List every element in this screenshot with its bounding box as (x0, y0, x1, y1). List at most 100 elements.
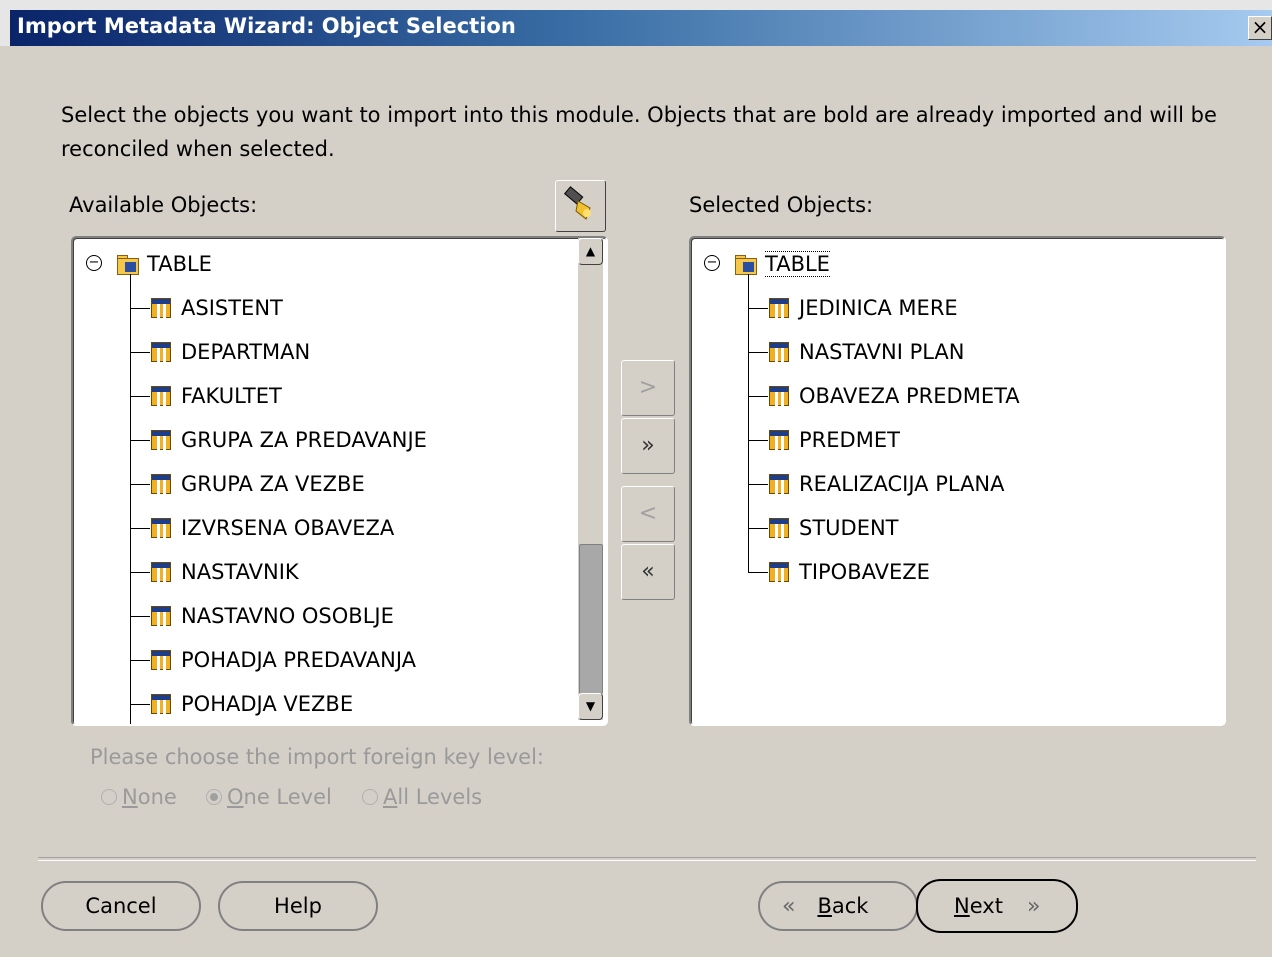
tree-item-label: JEDINICA MERE (799, 296, 958, 320)
folder-icon (117, 254, 139, 275)
find-button[interactable] (555, 180, 606, 232)
selected-tree-content: − TABLE JEDINICA MERE NASTAVNI PLAN OBAVEZ… (691, 238, 1224, 724)
cancel-button[interactable]: Cancel (41, 881, 201, 931)
collapse-icon[interactable]: − (704, 255, 720, 271)
available-scrollbar[interactable]: ▲ ▼ (578, 238, 603, 720)
table-icon (151, 386, 171, 406)
table-icon (151, 474, 171, 494)
tree-connector (748, 308, 768, 309)
tree-item[interactable]: OBAVEZA PREDMETA (769, 378, 1020, 414)
tree-connector (748, 352, 768, 353)
tree-item[interactable]: JEDINICA MERE (769, 290, 958, 326)
remove-all-button[interactable]: « (621, 544, 675, 600)
tree-connector (130, 440, 150, 441)
table-icon (151, 606, 171, 626)
add-button[interactable]: > (621, 360, 675, 416)
table-icon (769, 430, 789, 450)
radio-label: one (137, 785, 177, 809)
tree-item-label: REALIZACIJA PLANA (799, 472, 1005, 496)
table-icon (151, 562, 171, 582)
scroll-thumb[interactable] (579, 544, 603, 694)
available-objects-label: Available Objects: (69, 193, 258, 217)
tree-root-node[interactable]: TABLE (735, 246, 830, 282)
tree-root-node[interactable]: TABLE (117, 246, 212, 282)
tree-connector (130, 572, 150, 573)
tree-connector (130, 484, 150, 485)
radio-mnemonic: N (122, 785, 138, 809)
collapse-icon[interactable]: − (86, 255, 102, 271)
tree-item-label: IZVRSENA OBAVEZA (181, 516, 395, 540)
tree-connector (130, 528, 150, 529)
radio-label: ll Levels (397, 785, 483, 809)
table-icon (769, 562, 789, 582)
radio-none[interactable]: None (101, 785, 177, 809)
table-icon (151, 342, 171, 362)
tree-item[interactable]: PREDMET (769, 422, 900, 458)
tree-connector (130, 274, 131, 724)
tree-root-label: TABLE (765, 251, 830, 277)
tree-item[interactable]: NASTAVNI PLAN (769, 334, 965, 370)
radio-mnemonic: A (383, 785, 398, 809)
foreign-key-label: Please choose the import foreign key lev… (90, 745, 544, 769)
selected-objects-label: Selected Objects: (689, 193, 874, 217)
tree-item[interactable]: IZVRSENA OBAVEZA (151, 510, 394, 546)
tree-item[interactable]: FAKULTET (151, 378, 282, 414)
tree-connector (748, 396, 768, 397)
flashlight-icon (563, 186, 591, 220)
tree-item-label: NASTAVNO OSOBLJE (181, 604, 394, 628)
tree-item[interactable]: POHADJA PREDAVANJA (151, 642, 416, 678)
radio-all-levels[interactable]: All Levels (362, 785, 482, 809)
radio-circle (101, 789, 117, 805)
scroll-up-icon[interactable]: ▲ (578, 238, 603, 265)
tree-item[interactable]: ASISTENT (151, 290, 283, 326)
table-icon (151, 430, 171, 450)
tree-item[interactable]: GRUPA ZA VEZBE (151, 466, 365, 502)
tree-item[interactable]: POHADJA VEZBE (151, 686, 353, 722)
tree-item-label: STUDENT (799, 516, 899, 540)
tree-connector (748, 484, 768, 485)
table-icon (769, 474, 789, 494)
tree-item[interactable]: NASTAVNIK (151, 554, 299, 590)
available-objects-tree[interactable]: − TABLE ASISTENT DEPARTMAN FAKULTET GRUPA Z… (71, 236, 608, 726)
tree-item-label: PREDMET (799, 428, 900, 452)
tree-item-label: NASTAVNI PLAN (799, 340, 965, 364)
tree-root-label: TABLE (147, 252, 212, 276)
tree-connector (130, 704, 150, 705)
radio-one-level[interactable]: One Level (206, 785, 332, 809)
tree-item[interactable]: TIPOBAVEZE (769, 554, 930, 590)
tree-connector (748, 440, 768, 441)
tree-connector (130, 396, 150, 397)
table-icon (151, 694, 171, 714)
next-button[interactable]: Next » (916, 879, 1078, 933)
back-button[interactable]: « Back (758, 881, 918, 931)
tree-item-label: POHADJA VEZBE (181, 692, 354, 716)
tree-item[interactable]: STUDENT (769, 510, 899, 546)
remove-button[interactable]: < (621, 486, 675, 542)
tree-connector (130, 352, 150, 353)
table-icon (151, 298, 171, 318)
tree-item[interactable]: REALIZACIJA PLANA (769, 466, 1005, 502)
tree-connector (130, 660, 150, 661)
close-icon[interactable]: × (1248, 16, 1272, 40)
help-button[interactable]: Help (218, 881, 378, 931)
window-title: Import Metadata Wizard: Object Selection (17, 14, 516, 38)
tree-item[interactable]: DEPARTMAN (151, 334, 310, 370)
next-mnemonic: N (954, 894, 970, 918)
add-all-button[interactable]: » (621, 418, 675, 474)
table-icon (151, 650, 171, 670)
table-icon (769, 518, 789, 538)
available-tree-content: − TABLE ASISTENT DEPARTMAN FAKULTET GRUPA Z… (73, 238, 606, 724)
back-mnemonic: B (817, 894, 832, 918)
tree-item[interactable]: NASTAVNO OSOBLJE (151, 598, 394, 634)
scroll-down-icon[interactable]: ▼ (578, 693, 603, 720)
tree-item-label: DEPARTMAN (181, 340, 311, 364)
tree-item-label: OBAVEZA PREDMETA (799, 384, 1020, 408)
table-icon (151, 518, 171, 538)
tree-connector (748, 572, 768, 573)
tree-item[interactable]: GRUPA ZA PREDAVANJE (151, 422, 427, 458)
radio-mnemonic: O (227, 785, 244, 809)
tree-item-label: NASTAVNIK (181, 560, 299, 584)
selected-objects-tree[interactable]: − TABLE JEDINICA MERE NASTAVNI PLAN OBAVEZ… (689, 236, 1226, 726)
cancel-label: Cancel (85, 894, 157, 918)
radio-circle (362, 789, 378, 805)
